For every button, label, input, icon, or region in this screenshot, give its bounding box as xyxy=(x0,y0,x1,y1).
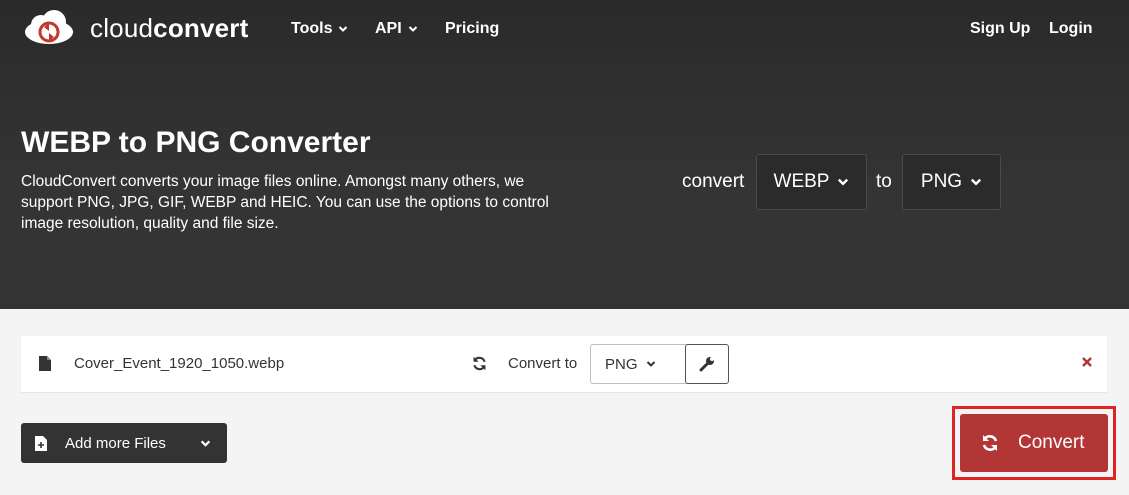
wrench-icon xyxy=(699,357,714,372)
options-button[interactable] xyxy=(685,344,729,384)
chevron-down-icon xyxy=(838,178,849,186)
signup-link[interactable]: Sign Up xyxy=(970,20,1030,38)
nav-pricing[interactable]: Pricing xyxy=(445,20,499,38)
from-format-select[interactable]: WEBP xyxy=(756,154,867,210)
chevron-down-icon xyxy=(408,26,417,32)
nav-api-label: API xyxy=(375,20,402,37)
cloudconvert-logo-icon xyxy=(25,10,73,44)
sync-icon xyxy=(982,435,998,451)
convert-button[interactable]: Convert xyxy=(960,414,1108,472)
logo[interactable]: cloudconvert xyxy=(22,10,248,46)
page-description: CloudConvert converts your image files o… xyxy=(21,173,549,232)
hero-section: cloudconvert Tools API Pricing Sign Up L… xyxy=(0,0,1129,309)
brand-name: cloudconvert xyxy=(90,12,249,43)
target-format-select[interactable]: PNG xyxy=(590,344,700,384)
nav-pricing-label: Pricing xyxy=(445,20,500,37)
chevron-down-icon xyxy=(339,26,348,32)
file-name: Cover_Event_1920_1050.webp xyxy=(74,355,285,372)
login-label: Login xyxy=(1049,20,1093,37)
chevron-down-icon xyxy=(971,178,982,186)
nav-api[interactable]: API xyxy=(375,20,418,38)
add-more-files-button[interactable]: Add more Files xyxy=(21,423,227,463)
add-file-icon xyxy=(35,435,47,451)
page-title: WEBP to PNG Converter xyxy=(21,126,371,159)
from-format-value: WEBP xyxy=(773,171,830,192)
top-nav: cloudconvert Tools API Pricing Sign Up L… xyxy=(0,0,1129,60)
nav-tools[interactable]: Tools xyxy=(291,20,348,38)
chevron-down-icon xyxy=(200,440,211,447)
sync-icon xyxy=(473,356,486,371)
convert-button-label: Convert xyxy=(1018,432,1085,453)
close-icon[interactable] xyxy=(1081,356,1093,368)
file-row: Cover_Event_1920_1050.webp Convert to PN… xyxy=(21,336,1107,393)
add-files-label: Add more Files xyxy=(65,434,166,452)
login-link[interactable]: Login xyxy=(1049,20,1093,38)
signup-label: Sign Up xyxy=(970,20,1031,37)
chevron-down-icon xyxy=(646,361,655,367)
convert-label: convert xyxy=(682,171,745,192)
to-format-value: PNG xyxy=(920,171,963,192)
nav-tools-label: Tools xyxy=(291,20,333,37)
to-label: to xyxy=(876,171,892,192)
target-format-value: PNG xyxy=(605,355,638,373)
file-icon xyxy=(39,356,51,371)
convert-to-label: Convert to xyxy=(508,355,578,372)
to-format-select[interactable]: PNG xyxy=(902,154,1001,210)
